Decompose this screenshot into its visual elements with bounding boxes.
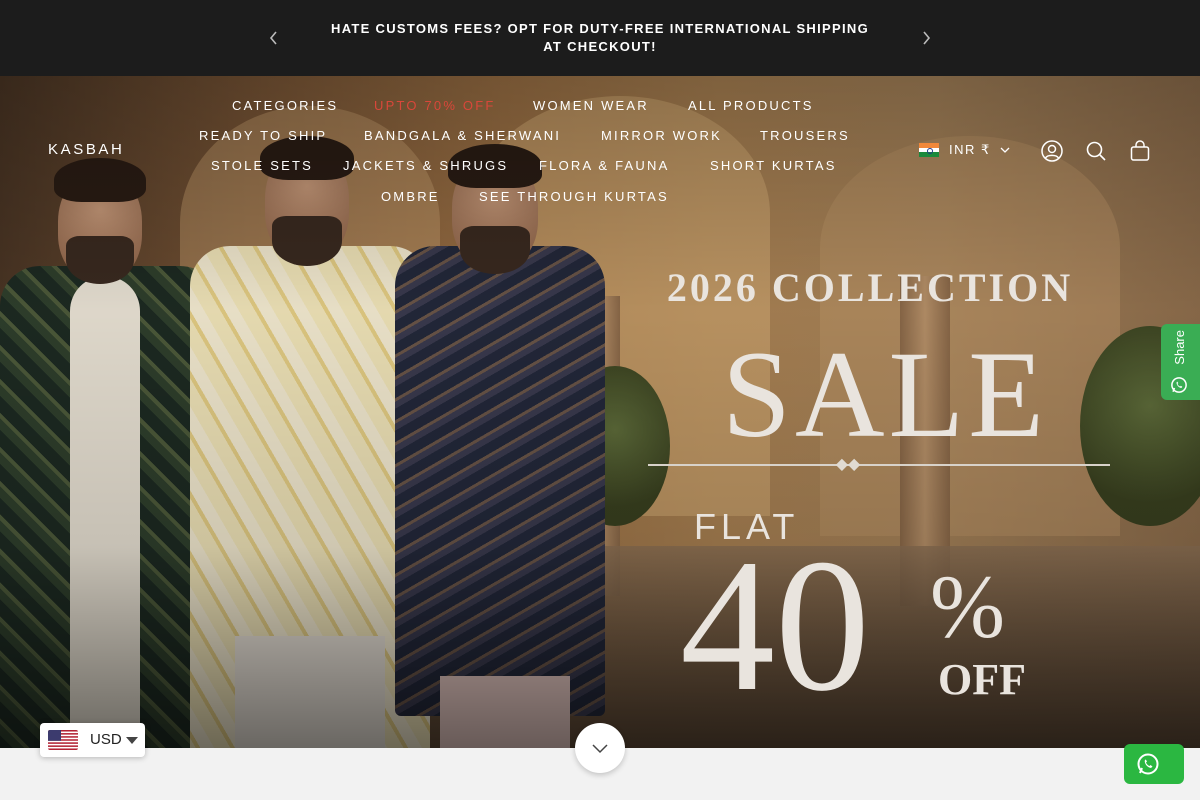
currency-selector[interactable]: INR ₹ — [919, 142, 1011, 158]
chevron-down-icon — [1000, 147, 1010, 153]
nav-item-bandgala-sherwani[interactable]: BANDGALA & SHERWANI — [364, 128, 561, 143]
share-button[interactable]: Share — [1161, 324, 1200, 400]
nav-item-short-kurtas[interactable]: SHORT KURTAS — [710, 158, 837, 173]
cart-bag-icon[interactable] — [1128, 139, 1152, 163]
whatsapp-chat-button[interactable] — [1124, 744, 1184, 784]
search-icon[interactable] — [1084, 139, 1108, 163]
announcement-bar: HATE CUSTOMS FEES? OPT FOR DUTY-FREE INT… — [0, 0, 1200, 76]
usa-flag-icon — [48, 730, 78, 750]
promo-ornament-icon: ◆◆ — [835, 456, 861, 473]
chevron-left-icon[interactable] — [263, 27, 285, 49]
caret-down-icon — [126, 737, 138, 744]
nav-item-flora-fauna[interactable]: FLORA & FAUNA — [539, 158, 669, 173]
promo-divider — [648, 464, 1110, 466]
whatsapp-icon — [1171, 377, 1187, 393]
scroll-down-button[interactable] — [575, 723, 625, 773]
whatsapp-icon — [1137, 753, 1159, 775]
nav-item-categories[interactable]: CATEGORIES — [232, 98, 338, 113]
account-icon[interactable] — [1040, 139, 1064, 163]
nav-item-women-wear[interactable]: WOMEN WEAR — [533, 98, 649, 113]
chevron-right-icon[interactable] — [915, 27, 937, 49]
promo-percent-text: % — [930, 558, 1005, 657]
nav-item-jackets-shrugs[interactable]: JACKETS & SHRUGS — [343, 158, 508, 173]
announcement-text: HATE CUSTOMS FEES? OPT FOR DUTY-FREE INT… — [331, 21, 869, 54]
chevron-down-icon — [592, 744, 608, 754]
currency-converter-widget[interactable]: USD — [40, 723, 145, 757]
promo-sale-text: SALE — [722, 326, 1048, 463]
nav-item-stole-sets[interactable]: STOLE SETS — [211, 158, 313, 173]
nav-item-upto-70-off[interactable]: UPTO 70% OFF — [374, 98, 496, 113]
nav-item-mirror-work[interactable]: MIRROR WORK — [601, 128, 722, 143]
promo-collection-text: 2026 COLLECTION — [666, 265, 1074, 310]
site-logo[interactable]: KASBAH — [48, 141, 124, 158]
promo-off-text: OFF — [938, 655, 1026, 704]
india-flag-icon — [919, 143, 939, 157]
nav-item-ready-to-ship[interactable]: READY TO SHIP — [199, 128, 327, 143]
currency-code: USD — [90, 731, 122, 748]
nav-item-trousers[interactable]: TROUSERS — [760, 128, 850, 143]
nav-item-all-products[interactable]: ALL PRODUCTS — [688, 98, 814, 113]
currency-selector-label: INR ₹ — [949, 142, 991, 157]
nav-item-ombre[interactable]: OMBRE — [381, 189, 440, 204]
hero-banner[interactable]: 2026 COLLECTION SALE ◆◆ FLAT 40 % OFF — [0, 76, 1200, 748]
share-label: Share — [1172, 330, 1187, 365]
nav-item-see-through-kurtas[interactable]: SEE THROUGH KURTAS — [479, 189, 669, 204]
promo-amount-text: 40 — [680, 521, 870, 731]
